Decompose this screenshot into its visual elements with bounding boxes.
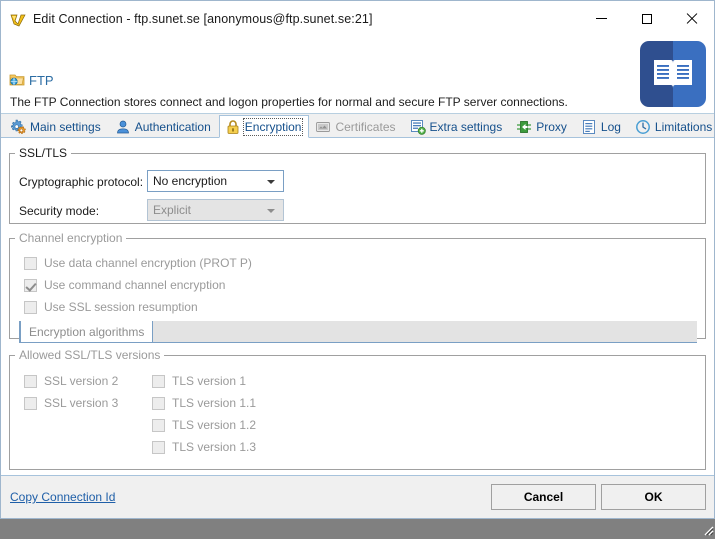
checkbox-label: TLS version 1.1 — [172, 396, 257, 410]
security-mode-select[interactable]: Explicit — [147, 199, 284, 221]
ftp-folder-globe-icon — [9, 72, 25, 88]
header-title: FTP — [29, 73, 54, 88]
resize-grip-icon[interactable] — [700, 522, 714, 536]
checkbox-box — [24, 396, 37, 410]
checkbox-box — [152, 418, 165, 432]
tab-label: Log — [600, 119, 621, 134]
window-controls — [579, 1, 714, 36]
dialog-header: FTP The FTP Connection stores connect an… — [1, 36, 714, 114]
channel-encryption-group: Channel encryption Use data channel encr… — [9, 231, 706, 343]
manual-book-icon — [640, 41, 706, 107]
user-icon — [115, 119, 131, 135]
tab-label: Certificates — [335, 119, 396, 134]
gears-icon — [10, 119, 26, 135]
desktop-background-strip — [0, 519, 715, 537]
checkbox-label: Use data channel encryption (PROT P) — [44, 256, 252, 270]
security-mode-label: Security mode: — [19, 204, 100, 218]
book-glyph — [652, 57, 694, 91]
minimize-icon — [596, 18, 607, 19]
throttle-icon — [635, 119, 651, 135]
certificate-icon — [315, 119, 331, 135]
allowed-versions-group-legend: Allowed SSL/TLS versions — [19, 348, 161, 362]
cryptographic-protocol-value: No encryption — [153, 174, 228, 188]
ok-button[interactable]: OK — [601, 484, 706, 510]
security-mode-value: Explicit — [153, 203, 192, 217]
checkbox-label: Use SSL session resumption — [44, 300, 198, 314]
checkbox-ssl-version-3[interactable]: SSL version 3 — [24, 396, 118, 410]
close-icon — [686, 13, 698, 25]
proxy-arrow-icon — [516, 119, 532, 135]
checkbox-label: TLS version 1.3 — [172, 440, 257, 454]
dialog-footer: Copy Connection Id Cancel OK — [1, 475, 714, 518]
allowed-ssl-tls-versions-group: Allowed SSL/TLS versions SSL version 2 S… — [9, 348, 706, 470]
title-bar: Edit Connection - ftp.sunet.se [anonymou… — [1, 1, 714, 36]
tab-strip: Main settings Authentication Encryption — [1, 114, 714, 138]
chevron-down-icon — [267, 209, 275, 213]
tab-certificates[interactable]: Certificates — [309, 115, 403, 137]
log-lines-icon — [581, 119, 597, 135]
checkbox-label: Use command channel encryption — [44, 278, 226, 292]
tab-label: Encryption — [242, 117, 304, 136]
tab-label: Limitations — [654, 119, 713, 134]
tab-limitations[interactable]: Limitations — [629, 115, 715, 137]
checkbox-label: TLS version 1 — [172, 374, 247, 388]
maximize-button[interactable] — [624, 1, 669, 36]
checkbox-ssl-version-2[interactable]: SSL version 2 — [24, 374, 118, 388]
tab-label: Proxy — [536, 119, 567, 134]
checkbox-use-command-channel-encryption[interactable]: Use command channel encryption — [24, 278, 225, 292]
checkbox-box — [152, 440, 165, 454]
tab-label: Authentication — [134, 119, 211, 134]
checkbox-box — [152, 374, 165, 388]
close-button[interactable] — [669, 1, 714, 36]
checkbox-label: SSL version 2 — [44, 374, 119, 388]
tab-label: Extra settings — [429, 119, 503, 134]
ssl-tls-group: SSL/TLS Cryptographic protocol: No encry… — [9, 146, 706, 224]
checkbox-box — [24, 374, 37, 388]
checkbox-use-ssl-session-resumption[interactable]: Use SSL session resumption — [24, 300, 198, 314]
cancel-button[interactable]: Cancel — [491, 484, 596, 510]
checkbox-box — [24, 256, 37, 270]
ssl-tls-group-legend: SSL/TLS — [19, 146, 68, 160]
encryption-algorithms-tabbar: Encryption algorithms — [19, 321, 697, 343]
checkbox-label: SSL version 3 — [44, 396, 119, 410]
encryption-panel: SSL/TLS Cryptographic protocol: No encry… — [1, 138, 714, 475]
checkbox-box — [24, 278, 37, 292]
encryption-algorithms-empty-area — [152, 321, 697, 342]
checkbox-tls-version-1-1[interactable]: TLS version 1.1 — [152, 396, 256, 410]
channel-encryption-group-legend: Channel encryption — [19, 231, 123, 245]
tab-main-settings[interactable]: Main settings — [4, 115, 109, 137]
checkbox-use-data-channel-encryption[interactable]: Use data channel encryption (PROT P) — [24, 256, 252, 270]
cryptographic-protocol-label: Cryptographic protocol: — [19, 175, 144, 189]
tab-log[interactable]: Log — [575, 115, 629, 137]
checkbox-tls-version-1-3[interactable]: TLS version 1.3 — [152, 440, 256, 454]
window-title: Edit Connection - ftp.sunet.se [anonymou… — [33, 11, 373, 26]
tab-label: Encryption algorithms — [29, 324, 145, 339]
chevron-down-icon — [267, 180, 275, 184]
tab-label: Main settings — [30, 119, 101, 134]
tab-extra-settings[interactable]: Extra settings — [404, 115, 511, 137]
checkbox-label: TLS version 1.2 — [172, 418, 257, 432]
tab-encryption[interactable]: Encryption — [218, 115, 310, 138]
cryptographic-protocol-select[interactable]: No encryption — [147, 170, 284, 192]
checkbox-tls-version-1-2[interactable]: TLS version 1.2 — [152, 418, 256, 432]
copy-connection-id-link[interactable]: Copy Connection Id — [10, 490, 115, 504]
tab-authentication[interactable]: Authentication — [109, 115, 219, 137]
padlock-icon — [225, 119, 241, 135]
form-plus-icon — [410, 119, 426, 135]
checkbox-tls-version-1[interactable]: TLS version 1 — [152, 374, 246, 388]
checkbox-box — [24, 300, 37, 314]
maximize-icon — [641, 13, 652, 24]
tab-encryption-algorithms[interactable]: Encryption algorithms — [19, 321, 153, 342]
header-description: The FTP Connection stores connect and lo… — [10, 95, 568, 109]
tab-proxy[interactable]: Proxy — [510, 115, 575, 137]
minimize-button[interactable] — [579, 1, 624, 36]
wing-icon — [10, 11, 26, 27]
edit-connection-dialog: Edit Connection - ftp.sunet.se [anonymou… — [0, 0, 715, 519]
checkbox-box — [152, 396, 165, 410]
